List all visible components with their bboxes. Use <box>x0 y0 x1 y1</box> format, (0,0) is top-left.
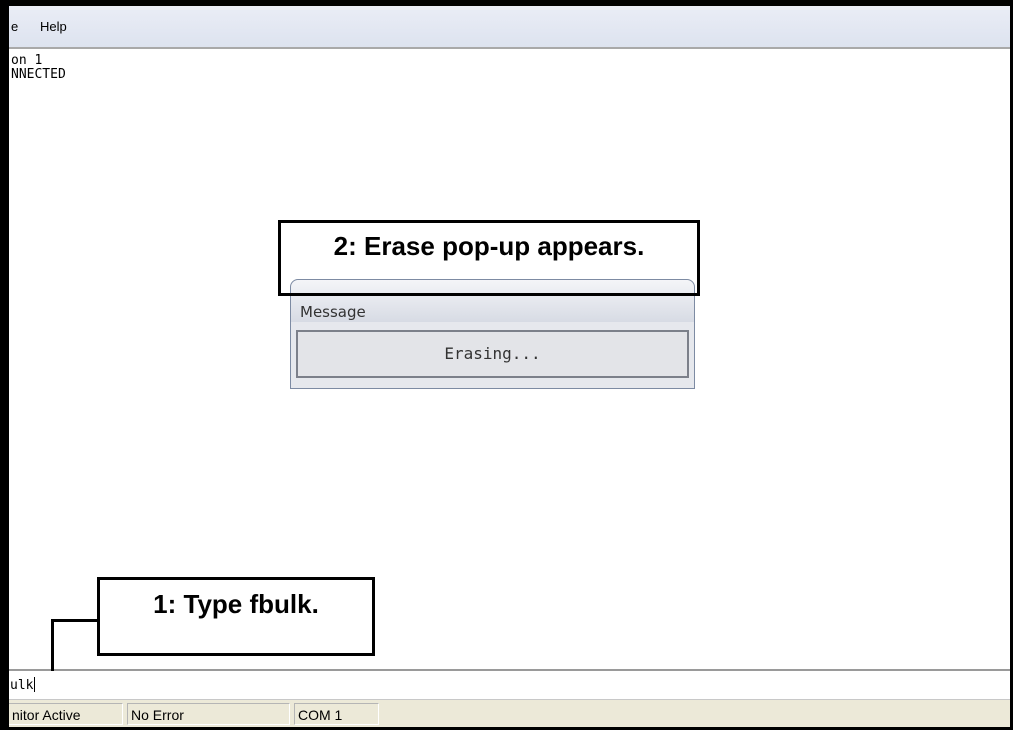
menu-bar: e Help <box>9 6 1010 49</box>
status-error: No Error <box>127 703 290 725</box>
annotation-step-2: 2: Erase pop-up appears. <box>278 220 700 296</box>
terminal-line: on 1 <box>11 53 43 68</box>
terminal-line: NNECTED <box>11 67 66 82</box>
dialog-title: Message <box>300 303 366 321</box>
text-caret <box>34 677 36 692</box>
window-left-edge <box>0 0 9 730</box>
annotation-leader-line <box>51 619 54 671</box>
menu-file[interactable]: e <box>11 19 18 34</box>
annotation-step-2-text: 2: Erase pop-up appears. <box>333 231 645 261</box>
annotation-step-1: 1: Type fbulk. <box>97 577 375 656</box>
command-input-text[interactable]: ulk <box>10 677 36 693</box>
annotation-step-1-text: 1: Type fbulk. <box>153 589 319 619</box>
annotation-leader-line <box>51 619 100 622</box>
dialog-message: Erasing... <box>444 344 541 363</box>
menu-help[interactable]: Help <box>40 19 67 34</box>
command-value: ulk <box>10 678 34 693</box>
status-monitor: nitor Active <box>9 703 123 725</box>
dialog-message-box: Erasing... <box>296 330 689 378</box>
command-input-field[interactable]: ulk <box>9 669 1010 699</box>
status-port: COM 1 <box>294 703 379 725</box>
status-bar: nitor Active No Error COM 1 <box>9 699 1010 728</box>
